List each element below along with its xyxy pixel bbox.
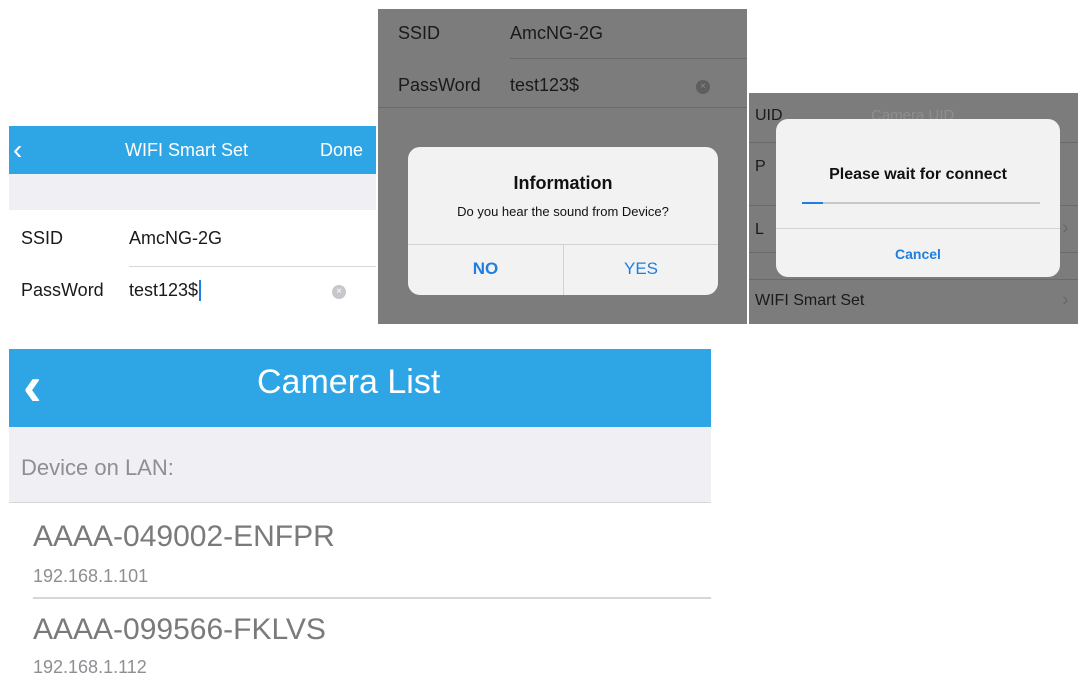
dialog-title: Information (513, 173, 613, 193)
information-alert-screen: SSID AmcNG-2G PassWord test123$ × Inform… (378, 9, 747, 324)
wifi-smart-set-row: WIFI Smart Set › (749, 279, 1078, 324)
dialog-divider (776, 228, 1060, 229)
ssid-row: SSID AmcNG-2G (9, 214, 376, 262)
chevron-right-icon: › (1062, 289, 1069, 311)
information-dialog: Information Do you hear the sound from D… (408, 147, 718, 295)
back-icon[interactable]: ‹ (23, 353, 42, 418)
dialog-message: Do you hear the sound from Device? (457, 204, 669, 219)
device-ip: 192.168.1.112 (33, 657, 147, 677)
ssid-field[interactable]: AmcNG-2G (129, 228, 222, 249)
nav-bar: ‹ Camera List (9, 349, 711, 427)
device-name: AAAA-099566-FKLVS (33, 613, 326, 646)
password-label: PassWord (398, 75, 481, 95)
wifi-smart-set-label: WIFI Smart Set (755, 292, 865, 309)
password-field[interactable]: test123$ (129, 280, 202, 301)
cancel-button[interactable]: Cancel (776, 246, 1060, 262)
password-value: test123$ (510, 75, 580, 95)
camera-list-screen: ‹ Camera List Device on LAN: AAAA-049002… (9, 349, 711, 679)
section-label: Device on LAN: (21, 455, 174, 480)
no-button[interactable]: NO (408, 259, 563, 279)
row-3-label: L (755, 221, 764, 238)
nav-title: Camera List (257, 363, 441, 401)
ssid-label: SSID (21, 228, 64, 248)
list-item[interactable]: AAAA-099566-FKLVS 192.168.1.112 (9, 599, 711, 679)
password-label: PassWord (21, 280, 104, 300)
row-2-label: P (755, 158, 766, 175)
chevron-right-icon: › (1062, 217, 1069, 239)
ssid-label: SSID (398, 23, 441, 43)
ssid-row: SSID AmcNG-2G (378, 9, 747, 57)
wait-dialog: Please wait for connect Cancel (776, 119, 1060, 277)
progress-fill (802, 202, 824, 204)
wifi-smart-set-screen: ‹ WIFI Smart Set Done SSID AmcNG-2G Pass… (9, 126, 376, 324)
progress-track (802, 202, 1040, 204)
device-name: AAAA-049002-ENFPR (33, 520, 335, 553)
list-item[interactable]: AAAA-049002-ENFPR 192.168.1.101 (9, 504, 711, 596)
nav-bar: ‹ WIFI Smart Set Done (9, 126, 376, 174)
dialog-title: Please wait for connect (829, 166, 1007, 183)
yes-button[interactable]: YES (564, 259, 718, 279)
clear-text-icon[interactable]: × (332, 285, 346, 299)
clear-text-icon: × (696, 80, 710, 94)
back-icon[interactable]: ‹ (13, 134, 22, 166)
wifi-form: SSID AmcNG-2G PassWord test123$ × (9, 210, 376, 324)
password-row: PassWord test123$ × (378, 61, 747, 109)
done-button[interactable]: Done (320, 140, 363, 161)
row-divider (510, 58, 747, 59)
device-ip: 192.168.1.101 (33, 566, 149, 586)
ssid-value: AmcNG-2G (510, 23, 604, 43)
section-header: Device on LAN: (9, 427, 711, 503)
section-divider (378, 107, 747, 108)
connect-wait-screen: UID Camera UID P L › WIFI Smart Set › Pl… (749, 93, 1078, 324)
row-divider (129, 266, 376, 267)
password-row: PassWord test123$ × (9, 268, 376, 316)
nav-title: WIFI Smart Set (125, 140, 249, 160)
